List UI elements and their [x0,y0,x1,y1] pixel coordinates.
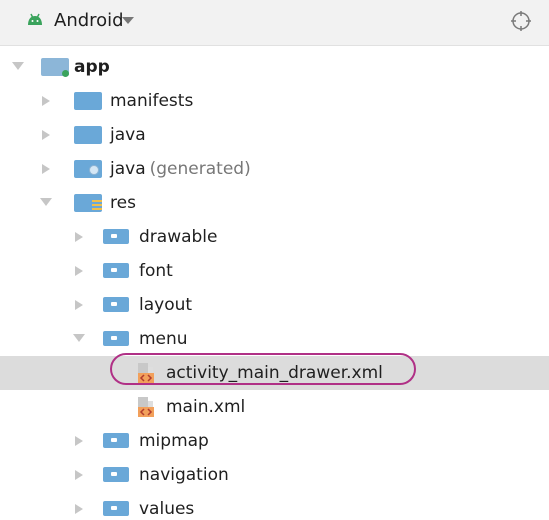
folder-icon [74,126,102,144]
folder-icon [103,433,129,448]
project-view-selector[interactable]: Android [54,8,124,34]
chevron-right-icon[interactable] [75,232,83,242]
tree-label-navigation: navigation [139,465,229,485]
tree-row-drawable[interactable]: drawable [0,220,549,254]
tree-row-app[interactable]: app [0,50,549,84]
tree-row-menu[interactable]: menu [0,322,549,356]
chevron-right-icon[interactable] [42,96,50,106]
generated-folder-icon [74,160,102,178]
tree-label-res: res [110,193,136,213]
tree-label-java-generated: java (generated) [110,157,251,181]
selection-highlight-oval [110,353,416,385]
tree-row-mipmap[interactable]: mipmap [0,424,549,458]
expand-arrow-icon[interactable] [73,334,85,342]
resource-folder-icon [74,194,102,212]
tree-label-menu: menu [139,329,188,349]
xml-file-icon [138,397,154,417]
tree-row-manifests[interactable]: manifests [0,84,549,118]
project-tree: app manifests java java (generated) res d… [0,45,549,520]
folder-icon [103,501,129,516]
tree-row-layout[interactable]: layout [0,288,549,322]
folder-icon [103,467,129,482]
chevron-right-icon[interactable] [42,164,50,174]
tree-row-navigation[interactable]: navigation [0,458,549,492]
folder-icon [103,297,129,312]
tree-label-app: app [74,57,110,77]
tree-row-font[interactable]: font [0,254,549,288]
folder-icon [103,229,129,244]
tree-label-drawable: drawable [139,227,218,247]
tree-label-java-generated-name: java [110,159,146,179]
tree-row-values[interactable]: values [0,492,549,520]
module-dot-icon [62,70,69,77]
generated-suffix: (generated) [149,159,251,179]
folder-icon [74,92,102,110]
tree-row-main-xml[interactable]: main.xml [0,390,549,424]
chevron-right-icon[interactable] [75,266,83,276]
chevron-right-icon[interactable] [75,504,83,514]
chevron-right-icon[interactable] [75,300,83,310]
tree-label-values: values [139,499,195,519]
tree-label-mipmap: mipmap [139,431,209,451]
tree-row-java-generated[interactable]: java (generated) [0,152,549,186]
expand-arrow-icon[interactable] [12,62,24,70]
expand-arrow-icon[interactable] [40,198,52,206]
tree-row-java[interactable]: java [0,118,549,152]
tree-label-layout: layout [139,295,193,315]
android-icon [28,13,42,25]
chevron-right-icon[interactable] [75,436,83,446]
tree-label-java: java [110,125,146,145]
project-view-header: Android [0,0,549,46]
tree-label-main-xml: main.xml [166,397,246,417]
crosshair-icon[interactable] [510,10,532,32]
tree-label-font: font [139,261,173,281]
chevron-right-icon[interactable] [42,130,50,140]
chevron-down-icon[interactable] [122,17,134,24]
tree-label-manifests: manifests [110,91,194,111]
chevron-right-icon[interactable] [75,470,83,480]
folder-icon [103,263,129,278]
tree-row-res[interactable]: res [0,186,549,220]
folder-icon [103,331,129,346]
